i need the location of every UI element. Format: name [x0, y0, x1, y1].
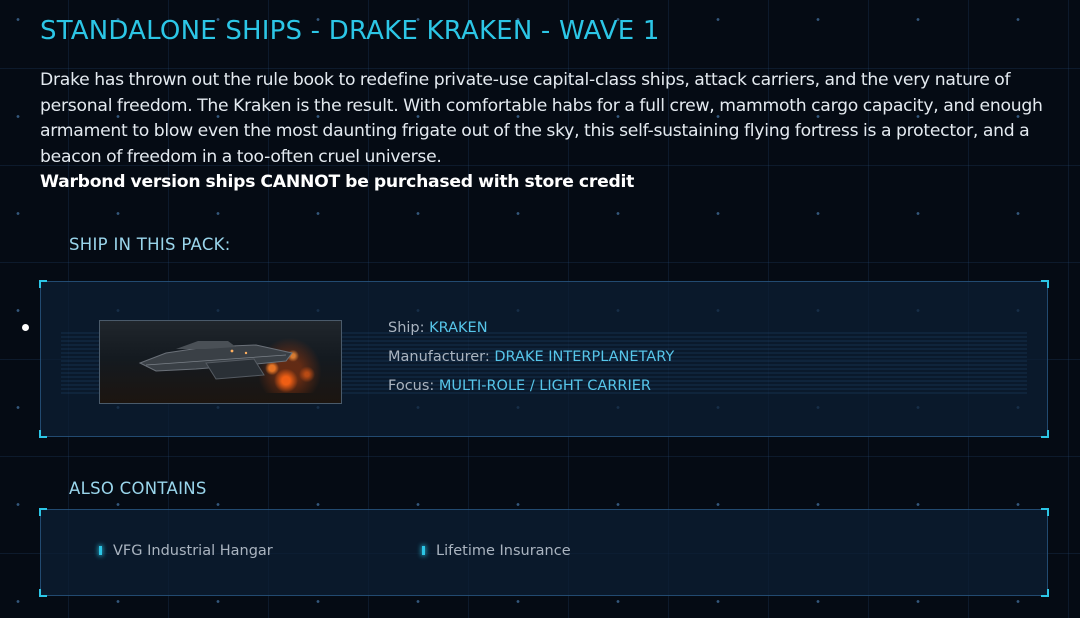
list-item: VFG Industrial Hangar — [99, 543, 273, 559]
panel-corner-decoration — [1041, 508, 1049, 516]
list-item-label: Lifetime Insurance — [436, 543, 571, 559]
pack-description: Drake has thrown out the rule book to re… — [40, 68, 1050, 196]
ship-hull-artwork — [138, 341, 293, 380]
bullet-marker-icon — [99, 546, 102, 555]
panel-corner-decoration — [1041, 589, 1049, 597]
list-item-label: VFG Industrial Hangar — [113, 543, 273, 559]
panel-corner-decoration — [39, 589, 47, 597]
manufacturer-row: Manufacturer: DRAKE INTERPLANETARY — [388, 349, 674, 365]
page-title: STANDALONE SHIPS - DRAKE KRAKEN - WAVE 1 — [40, 16, 660, 46]
manufacturer-label: Manufacturer: — [388, 349, 490, 365]
panel-corner-decoration — [39, 508, 47, 516]
ship-thumbnail[interactable] — [99, 320, 342, 404]
focus-label: Focus: — [388, 378, 435, 394]
list-item: Lifetime Insurance — [422, 543, 571, 559]
focus-value: MULTI-ROLE / LIGHT CARRIER — [438, 378, 651, 394]
ship-name-row: Ship: KRAKEN — [388, 320, 488, 336]
ship-name: KRAKEN — [429, 320, 488, 336]
focus-row: Focus: MULTI-ROLE / LIGHT CARRIER — [388, 378, 651, 394]
store-credit-warning: Warbond version ships CANNOT be purchase… — [40, 172, 635, 192]
panel-corner-decoration — [1041, 280, 1049, 288]
panel-corner-decoration — [1041, 430, 1049, 438]
panel-corner-decoration — [39, 280, 47, 288]
ship-card: Ship: KRAKEN Manufacturer: DRAKE INTERPL… — [39, 280, 1049, 438]
description-text: Drake has thrown out the rule book to re… — [40, 70, 1043, 167]
ship-section-heading: SHIP IN THIS PACK: — [69, 235, 231, 254]
ship-list-bullet — [22, 324, 29, 331]
bullet-marker-icon — [422, 546, 425, 555]
also-contains-card: VFG Industrial Hangar Lifetime Insurance — [39, 508, 1049, 597]
ship-label: Ship: — [388, 320, 425, 336]
panel-corner-decoration — [39, 430, 47, 438]
manufacturer-name: DRAKE INTERPLANETARY — [494, 349, 675, 365]
also-contains-heading: ALSO CONTAINS — [69, 479, 207, 498]
